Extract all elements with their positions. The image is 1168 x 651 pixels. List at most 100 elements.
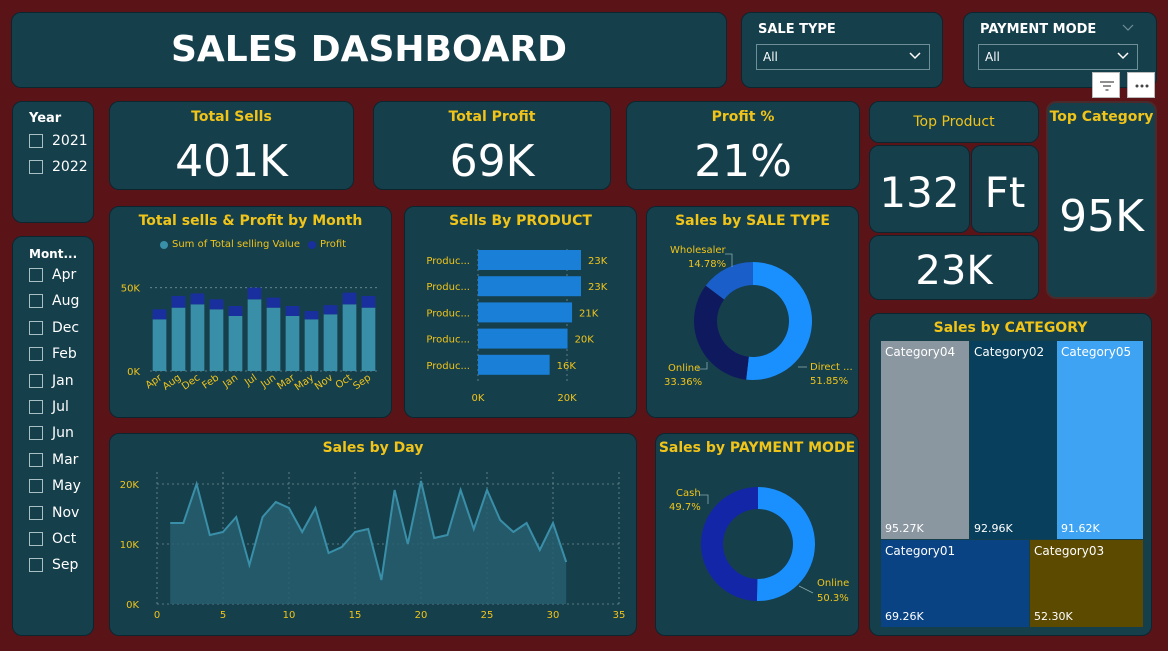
x-tick-label: Jun	[258, 372, 278, 391]
bar-profit[interactable]	[266, 297, 281, 308]
bar-profit[interactable]	[171, 296, 186, 308]
bar-sells[interactable]	[323, 314, 338, 371]
bar-profit[interactable]	[190, 293, 205, 305]
checkbox[interactable]	[29, 320, 43, 335]
bar-profit[interactable]	[152, 309, 167, 320]
bar-product[interactable]	[478, 328, 568, 349]
bar-profit[interactable]	[304, 311, 319, 320]
treemap-cell[interactable]: Category01 69.26K	[881, 540, 1029, 627]
more-options-button[interactable]	[1127, 72, 1155, 98]
bar-sells[interactable]	[228, 316, 243, 371]
bar-profit[interactable]	[361, 296, 376, 308]
top-product-number: 132	[879, 168, 960, 217]
bar-profit[interactable]	[228, 306, 243, 316]
year-option[interactable]: 2022	[29, 159, 88, 175]
kpi-label: Total Profit	[448, 109, 536, 125]
category-treemap: Category04 95.27K Category02 92.96K Category…	[881, 341, 1143, 627]
checkbox[interactable]	[29, 426, 43, 441]
month-option[interactable]: Sep	[29, 557, 78, 573]
bar-sells[interactable]	[190, 304, 205, 371]
chevron-down-icon[interactable]	[1122, 21, 1134, 33]
treemap-label: Category05	[1061, 345, 1132, 359]
sale-type-dropdown[interactable]: All	[756, 44, 930, 70]
checkbox[interactable]	[29, 400, 43, 414]
checkbox[interactable]	[29, 479, 43, 494]
x-tick-label: 15	[349, 610, 362, 621]
checkbox[interactable]	[29, 160, 43, 174]
treemap-label: Category01	[885, 544, 956, 558]
y-tick-label: Produc...	[426, 256, 470, 267]
bar-sells[interactable]	[266, 307, 281, 371]
bar-sells[interactable]	[304, 319, 319, 371]
checkbox[interactable]	[29, 558, 43, 573]
payment-mode-dropdown[interactable]: All	[978, 44, 1138, 70]
month-option[interactable]: Jan	[29, 373, 74, 389]
month-option[interactable]: Nov	[29, 505, 79, 521]
treemap-label: Category02	[974, 345, 1045, 359]
checkbox[interactable]	[29, 347, 43, 362]
checkbox[interactable]	[29, 373, 43, 388]
treemap-cell[interactable]: Category02 92.96K	[970, 341, 1056, 539]
bar-profit[interactable]	[247, 287, 262, 300]
x-tick-label: 20	[415, 610, 428, 621]
checkbox[interactable]	[29, 294, 43, 309]
bar-profit[interactable]	[209, 299, 224, 310]
data-label: 20K	[575, 335, 595, 346]
month-option[interactable]: Oct	[29, 531, 76, 547]
bar-sells[interactable]	[342, 304, 357, 371]
top-product-value-card: 23K	[869, 235, 1039, 300]
y-tick-label: 10K	[120, 540, 140, 551]
month-option[interactable]: Jun	[29, 425, 74, 441]
checkbox[interactable]	[29, 268, 43, 282]
month-label: Nov	[52, 504, 80, 521]
checkbox[interactable]	[29, 532, 43, 546]
data-label: 23K	[588, 256, 608, 267]
bar-profit[interactable]	[323, 305, 338, 315]
treemap-value: 92.96K	[974, 522, 1013, 535]
bar-sells[interactable]	[152, 319, 167, 371]
day-area-chart: 0K 10K 20K 0 5 10 15 20 25 30 35	[120, 472, 625, 621]
month-option[interactable]: Aug	[29, 293, 79, 309]
y-tick-label: Produc...	[426, 335, 470, 346]
month-label: Sep	[52, 557, 79, 574]
donut-slice[interactable]	[701, 487, 758, 601]
slice-label: 33.36%	[664, 377, 702, 388]
bar-sells[interactable]	[209, 309, 224, 371]
bar-product[interactable]	[478, 250, 581, 270]
bar-sells[interactable]	[247, 299, 262, 371]
month-option[interactable]: Dec	[29, 320, 79, 336]
slice-label: Online	[817, 578, 849, 589]
top-product-unit-card: Ft	[971, 145, 1039, 233]
filter-button[interactable]	[1092, 72, 1120, 98]
month-option[interactable]: Mar	[29, 452, 78, 468]
bar-product[interactable]	[478, 354, 550, 375]
bar-profit[interactable]	[285, 306, 300, 316]
donut-slice[interactable]	[746, 262, 812, 380]
checkbox[interactable]	[29, 134, 43, 148]
month-option[interactable]: Feb	[29, 346, 77, 362]
treemap-cell[interactable]: Category04 95.27K	[881, 341, 969, 539]
area-fill	[170, 481, 567, 604]
bar-sells[interactable]	[285, 316, 300, 371]
month-option[interactable]: May	[29, 478, 81, 494]
checkbox[interactable]	[29, 505, 43, 520]
treemap-cell[interactable]: Category03 52.30K	[1030, 540, 1143, 627]
monthly-chart-card: Total sells & Profit by Month Sum of Tot…	[109, 206, 392, 418]
month-slicer: Mont... Apr Aug Dec Feb Jan Jul Jun Mar May Nov Oc…	[12, 236, 94, 636]
bar-profit[interactable]	[342, 292, 357, 305]
slice-label: 49.7%	[669, 502, 701, 513]
checkbox[interactable]	[29, 452, 43, 467]
month-option[interactable]: Jul	[29, 399, 69, 415]
month-slicer-title: Mont...	[29, 247, 78, 261]
bar-product[interactable]	[478, 302, 573, 323]
bar-sells[interactable]	[361, 307, 376, 371]
treemap-cell[interactable]: Category05 91.62K	[1057, 341, 1143, 539]
donut-slice[interactable]	[756, 487, 816, 601]
filter-icon	[1100, 81, 1114, 91]
year-option[interactable]: 2021	[29, 133, 88, 149]
bar-product[interactable]	[478, 276, 581, 297]
sale-type-label: SALE TYPE	[758, 22, 836, 37]
bar-sells[interactable]	[171, 307, 186, 371]
donut-slice[interactable]	[694, 285, 749, 380]
month-option[interactable]: Apr	[29, 267, 76, 283]
